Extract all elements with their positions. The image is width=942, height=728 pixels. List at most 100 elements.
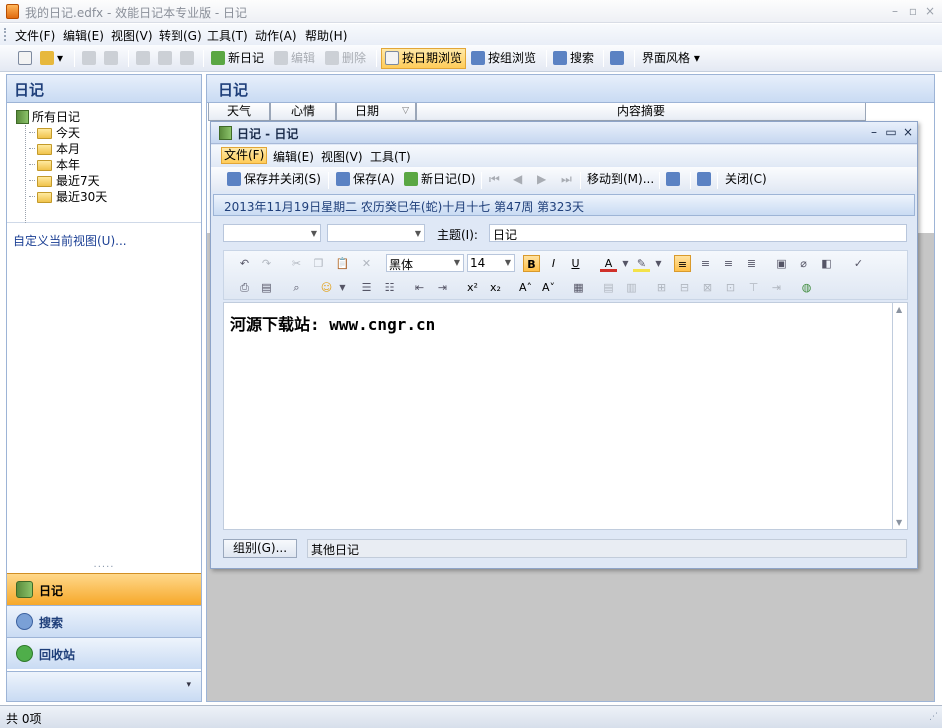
close-editor-button[interactable]: 关闭(C): [725, 169, 767, 189]
copy-icon[interactable]: ❐: [310, 255, 327, 272]
redo-icon[interactable]: ↷: [258, 255, 275, 272]
tree-item-today[interactable]: 今天: [29, 124, 80, 141]
save-button[interactable]: 保存(A): [336, 169, 395, 189]
menu-file[interactable]: 文件(F): [15, 27, 55, 44]
align-center-icon[interactable]: ≡: [697, 255, 714, 272]
attachment-icon[interactable]: ⌀: [795, 255, 812, 272]
editor-menu-edit[interactable]: 编辑(E): [271, 148, 316, 165]
chevron-down-icon[interactable]: ▼: [650, 255, 667, 272]
chevron-down-icon[interactable]: ▾: [186, 680, 191, 690]
table-edit-icon-4[interactable]: ⊡: [722, 279, 739, 296]
subject-input[interactable]: 日记: [489, 224, 907, 242]
group-button[interactable]: 组别(G)...: [223, 539, 297, 558]
mood-combo[interactable]: ▼: [327, 224, 425, 242]
tree-item-this-year[interactable]: 本年: [29, 156, 80, 173]
table-edit-icon-5[interactable]: ⊤: [745, 279, 762, 296]
resize-grip[interactable]: ⋰: [929, 712, 938, 722]
web-icon[interactable]: ◍: [798, 279, 815, 296]
column-mood[interactable]: 心情: [270, 103, 336, 121]
clear-icon[interactable]: ✕: [358, 255, 375, 272]
insert-object-icon[interactable]: ◧: [818, 255, 835, 272]
first-record-icon[interactable]: ⏮: [489, 169, 500, 189]
chevron-down-icon[interactable]: ▼: [334, 279, 351, 296]
theme-dropdown[interactable]: 界面风格 ▾: [642, 48, 700, 69]
insert-image-icon[interactable]: ▣: [773, 255, 790, 272]
editor-menu-view[interactable]: 视图(V): [319, 148, 365, 165]
browse-by-group-button[interactable]: 按组浏览: [471, 48, 536, 69]
chevron-down-icon[interactable]: ▼: [617, 255, 634, 272]
nav-search[interactable]: 搜索: [7, 605, 201, 637]
panel-splitter[interactable]: ·····: [7, 563, 201, 573]
save-and-close-button[interactable]: 保存并关闭(S): [227, 169, 321, 189]
tree-item-last-7-days[interactable]: 最近7天: [29, 172, 100, 189]
tree-item-last-30-days[interactable]: 最近30天: [29, 188, 107, 205]
paste-icon[interactable]: [180, 48, 197, 69]
help-icon[interactable]: [610, 48, 627, 69]
table-edit-icon-1[interactable]: ⊞: [653, 279, 670, 296]
attachment-icon[interactable]: [666, 169, 683, 189]
nav-overflow[interactable]: ▾: [7, 671, 201, 701]
tree-root-all[interactable]: 所有日记: [16, 108, 80, 125]
find-icon[interactable]: ⌕: [288, 279, 305, 296]
table-edit-icon-3[interactable]: ⊠: [699, 279, 716, 296]
print-icon[interactable]: [82, 48, 99, 69]
new-diary-button[interactable]: 新日记: [211, 48, 264, 69]
close-icon[interactable]: ×: [922, 3, 938, 19]
edit-button[interactable]: 编辑: [274, 48, 315, 69]
editor-scrollbar[interactable]: ▲ ▼: [893, 302, 908, 530]
column-date[interactable]: 日期 ▽: [336, 103, 416, 121]
tree-item-this-month[interactable]: 本月: [29, 140, 80, 157]
insert-table-icon[interactable]: ▦: [570, 279, 587, 296]
emoji-icon[interactable]: ☺: [318, 279, 335, 296]
delete-button[interactable]: 删除: [325, 48, 366, 69]
search-button[interactable]: 搜索: [553, 48, 594, 69]
editor-menu-file[interactable]: 文件(F): [221, 147, 268, 164]
restore-icon[interactable]: ▫: [905, 3, 921, 19]
open-folder-icon[interactable]: ▾: [40, 48, 63, 69]
underline-button[interactable]: U: [567, 255, 584, 272]
browse-by-date-button[interactable]: 按日期浏览: [381, 48, 467, 69]
menu-actions[interactable]: 动作(A): [255, 27, 297, 44]
print-preview-icon[interactable]: ▤: [258, 279, 275, 296]
cut-icon[interactable]: [136, 48, 153, 69]
font-color-icon[interactable]: A: [600, 255, 617, 272]
justify-icon[interactable]: ≣: [743, 255, 760, 272]
new-diary-editor-button[interactable]: 新日记(D): [404, 169, 476, 189]
diary-content-editor[interactable]: 河源下载站: www.cngr.cn: [223, 302, 893, 530]
menu-goto[interactable]: 转到(G): [159, 27, 202, 44]
scroll-down-icon[interactable]: ▼: [896, 518, 902, 527]
next-record-icon[interactable]: ▶: [537, 169, 546, 189]
copy-icon[interactable]: [158, 48, 175, 69]
grow-font-icon[interactable]: A˄: [517, 279, 534, 296]
customize-view-link[interactable]: 自定义当前视图(U)...: [13, 232, 127, 249]
menu-tools[interactable]: 工具(T): [207, 27, 248, 44]
nav-recycle-bin[interactable]: 回收站: [7, 637, 201, 669]
editor-minimize-icon[interactable]: –: [867, 125, 881, 139]
subscript-icon[interactable]: x₂: [487, 279, 504, 296]
minimize-icon[interactable]: –: [887, 3, 903, 19]
editor-menu-tools[interactable]: 工具(T): [368, 148, 413, 165]
weather-combo[interactable]: ▼: [223, 224, 321, 242]
bold-button[interactable]: B: [523, 255, 540, 272]
table-edit-icon-6[interactable]: ⇥: [768, 279, 785, 296]
menu-view[interactable]: 视图(V): [111, 27, 153, 44]
align-left-icon[interactable]: ≡: [674, 255, 691, 272]
move-to-button[interactable]: 移动到(M)...: [587, 169, 654, 189]
print-preview-icon[interactable]: [104, 48, 121, 69]
menu-help[interactable]: 帮助(H): [305, 27, 347, 44]
new-file-icon[interactable]: [18, 48, 35, 69]
nav-diary[interactable]: 日记: [7, 573, 201, 605]
table-rows-icon[interactable]: ▤: [600, 279, 617, 296]
bullet-list-icon[interactable]: ☰: [358, 279, 375, 296]
prev-record-icon[interactable]: ◀: [513, 169, 522, 189]
last-record-icon[interactable]: ⏭: [561, 169, 572, 189]
editor-help-icon[interactable]: [697, 169, 714, 189]
increase-indent-icon[interactable]: ⇥: [434, 279, 451, 296]
font-size-combo[interactable]: 14 ▼: [467, 254, 515, 272]
numbered-list-icon[interactable]: ☷: [381, 279, 398, 296]
decrease-indent-icon[interactable]: ⇤: [411, 279, 428, 296]
highlight-icon[interactable]: ✎: [633, 255, 650, 272]
table-edit-icon-2[interactable]: ⊟: [676, 279, 693, 296]
shrink-font-icon[interactable]: A˅: [540, 279, 557, 296]
column-summary[interactable]: 内容摘要: [416, 103, 866, 121]
